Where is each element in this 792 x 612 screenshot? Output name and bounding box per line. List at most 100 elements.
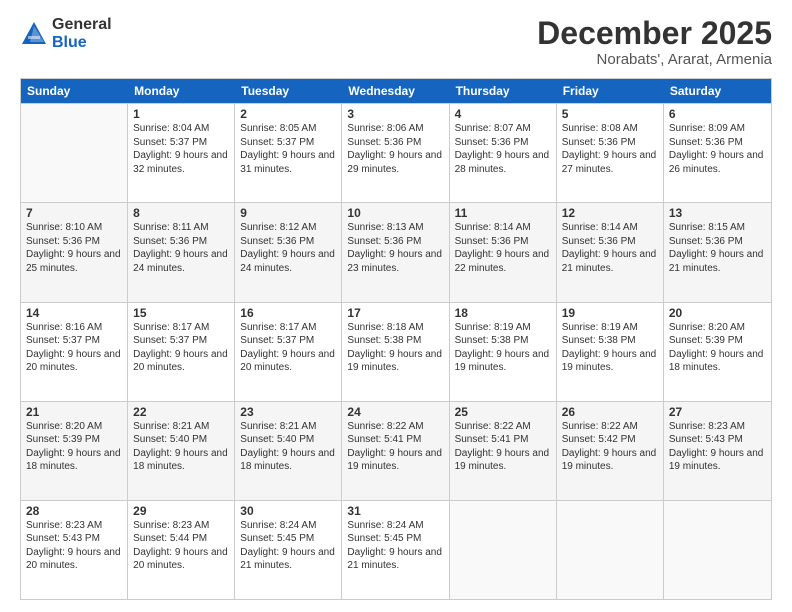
cell-day-number: 26 (562, 405, 658, 419)
day-cell-26: 26Sunrise: 8:22 AM Sunset: 5:42 PM Dayli… (557, 402, 664, 500)
cell-info: Sunrise: 8:21 AM Sunset: 5:40 PM Dayligh… (133, 420, 229, 474)
day-cell-15: 15Sunrise: 8:17 AM Sunset: 5:37 PM Dayli… (128, 303, 235, 401)
cell-day-number: 22 (133, 405, 229, 419)
cell-day-number: 29 (133, 504, 229, 518)
logo: General Blue (20, 16, 112, 51)
cell-day-number: 28 (26, 504, 122, 518)
cell-info: Sunrise: 8:20 AM Sunset: 5:39 PM Dayligh… (669, 321, 766, 375)
day-cell-25: 25Sunrise: 8:22 AM Sunset: 5:41 PM Dayli… (450, 402, 557, 500)
day-cell-29: 29Sunrise: 8:23 AM Sunset: 5:44 PM Dayli… (128, 501, 235, 599)
cell-day-number: 16 (240, 306, 336, 320)
calendar-row-1: 7Sunrise: 8:10 AM Sunset: 5:36 PM Daylig… (21, 202, 771, 301)
cell-info: Sunrise: 8:14 AM Sunset: 5:36 PM Dayligh… (455, 221, 551, 275)
header: General Blue December 2025 Norabats', Ar… (20, 16, 772, 68)
calendar-row-2: 14Sunrise: 8:16 AM Sunset: 5:37 PM Dayli… (21, 302, 771, 401)
cell-day-number: 21 (26, 405, 122, 419)
cell-info: Sunrise: 8:24 AM Sunset: 5:45 PM Dayligh… (347, 519, 443, 573)
day-cell-9: 9Sunrise: 8:12 AM Sunset: 5:36 PM Daylig… (235, 203, 342, 301)
day-cell-7: 7Sunrise: 8:10 AM Sunset: 5:36 PM Daylig… (21, 203, 128, 301)
header-day-thursday: Thursday (450, 79, 557, 103)
cell-info: Sunrise: 8:04 AM Sunset: 5:37 PM Dayligh… (133, 122, 229, 176)
empty-cell (664, 501, 771, 599)
cell-info: Sunrise: 8:15 AM Sunset: 5:36 PM Dayligh… (669, 221, 766, 275)
cell-day-number: 4 (455, 107, 551, 121)
cell-info: Sunrise: 8:24 AM Sunset: 5:45 PM Dayligh… (240, 519, 336, 573)
day-cell-24: 24Sunrise: 8:22 AM Sunset: 5:41 PM Dayli… (342, 402, 449, 500)
page-container: General Blue December 2025 Norabats', Ar… (0, 0, 792, 612)
logo-icon (20, 20, 48, 48)
day-cell-14: 14Sunrise: 8:16 AM Sunset: 5:37 PM Dayli… (21, 303, 128, 401)
cell-info: Sunrise: 8:23 AM Sunset: 5:44 PM Dayligh… (133, 519, 229, 573)
cell-day-number: 25 (455, 405, 551, 419)
day-cell-2: 2Sunrise: 8:05 AM Sunset: 5:37 PM Daylig… (235, 104, 342, 202)
day-cell-10: 10Sunrise: 8:13 AM Sunset: 5:36 PM Dayli… (342, 203, 449, 301)
cell-day-number: 10 (347, 206, 443, 220)
cell-info: Sunrise: 8:13 AM Sunset: 5:36 PM Dayligh… (347, 221, 443, 275)
cell-info: Sunrise: 8:14 AM Sunset: 5:36 PM Dayligh… (562, 221, 658, 275)
cell-day-number: 2 (240, 107, 336, 121)
day-cell-11: 11Sunrise: 8:14 AM Sunset: 5:36 PM Dayli… (450, 203, 557, 301)
month-year: December 2025 (537, 16, 772, 51)
day-cell-6: 6Sunrise: 8:09 AM Sunset: 5:36 PM Daylig… (664, 104, 771, 202)
cell-info: Sunrise: 8:10 AM Sunset: 5:36 PM Dayligh… (26, 221, 122, 275)
day-cell-12: 12Sunrise: 8:14 AM Sunset: 5:36 PM Dayli… (557, 203, 664, 301)
cell-info: Sunrise: 8:19 AM Sunset: 5:38 PM Dayligh… (455, 321, 551, 375)
day-cell-30: 30Sunrise: 8:24 AM Sunset: 5:45 PM Dayli… (235, 501, 342, 599)
day-cell-27: 27Sunrise: 8:23 AM Sunset: 5:43 PM Dayli… (664, 402, 771, 500)
day-cell-16: 16Sunrise: 8:17 AM Sunset: 5:37 PM Dayli… (235, 303, 342, 401)
day-cell-4: 4Sunrise: 8:07 AM Sunset: 5:36 PM Daylig… (450, 104, 557, 202)
cell-info: Sunrise: 8:11 AM Sunset: 5:36 PM Dayligh… (133, 221, 229, 275)
calendar-row-3: 21Sunrise: 8:20 AM Sunset: 5:39 PM Dayli… (21, 401, 771, 500)
day-cell-21: 21Sunrise: 8:20 AM Sunset: 5:39 PM Dayli… (21, 402, 128, 500)
header-day-sunday: Sunday (21, 79, 128, 103)
calendar-header: SundayMondayTuesdayWednesdayThursdayFrid… (21, 79, 771, 103)
cell-day-number: 5 (562, 107, 658, 121)
cell-day-number: 14 (26, 306, 122, 320)
cell-info: Sunrise: 8:12 AM Sunset: 5:36 PM Dayligh… (240, 221, 336, 275)
cell-day-number: 17 (347, 306, 443, 320)
title-block: December 2025 Norabats', Ararat, Armenia (537, 16, 772, 68)
cell-day-number: 11 (455, 206, 551, 220)
day-cell-31: 31Sunrise: 8:24 AM Sunset: 5:45 PM Dayli… (342, 501, 449, 599)
cell-info: Sunrise: 8:09 AM Sunset: 5:36 PM Dayligh… (669, 122, 766, 176)
calendar-body: 1Sunrise: 8:04 AM Sunset: 5:37 PM Daylig… (21, 103, 771, 599)
empty-cell (557, 501, 664, 599)
cell-day-number: 30 (240, 504, 336, 518)
cell-day-number: 20 (669, 306, 766, 320)
location: Norabats', Ararat, Armenia (537, 51, 772, 68)
cell-info: Sunrise: 8:16 AM Sunset: 5:37 PM Dayligh… (26, 321, 122, 375)
day-cell-5: 5Sunrise: 8:08 AM Sunset: 5:36 PM Daylig… (557, 104, 664, 202)
calendar: SundayMondayTuesdayWednesdayThursdayFrid… (20, 78, 772, 600)
header-day-friday: Friday (557, 79, 664, 103)
cell-info: Sunrise: 8:23 AM Sunset: 5:43 PM Dayligh… (26, 519, 122, 573)
day-cell-1: 1Sunrise: 8:04 AM Sunset: 5:37 PM Daylig… (128, 104, 235, 202)
cell-info: Sunrise: 8:08 AM Sunset: 5:36 PM Dayligh… (562, 122, 658, 176)
cell-info: Sunrise: 8:06 AM Sunset: 5:36 PM Dayligh… (347, 122, 443, 176)
cell-info: Sunrise: 8:07 AM Sunset: 5:36 PM Dayligh… (455, 122, 551, 176)
day-cell-28: 28Sunrise: 8:23 AM Sunset: 5:43 PM Dayli… (21, 501, 128, 599)
cell-day-number: 15 (133, 306, 229, 320)
cell-day-number: 6 (669, 107, 766, 121)
cell-day-number: 31 (347, 504, 443, 518)
day-cell-18: 18Sunrise: 8:19 AM Sunset: 5:38 PM Dayli… (450, 303, 557, 401)
cell-day-number: 8 (133, 206, 229, 220)
cell-info: Sunrise: 8:18 AM Sunset: 5:38 PM Dayligh… (347, 321, 443, 375)
cell-info: Sunrise: 8:23 AM Sunset: 5:43 PM Dayligh… (669, 420, 766, 474)
logo-text: General Blue (52, 16, 112, 51)
logo-blue: Blue (52, 34, 112, 52)
cell-day-number: 27 (669, 405, 766, 419)
cell-info: Sunrise: 8:17 AM Sunset: 5:37 PM Dayligh… (133, 321, 229, 375)
header-day-tuesday: Tuesday (235, 79, 342, 103)
day-cell-13: 13Sunrise: 8:15 AM Sunset: 5:36 PM Dayli… (664, 203, 771, 301)
header-day-monday: Monday (128, 79, 235, 103)
cell-day-number: 23 (240, 405, 336, 419)
cell-info: Sunrise: 8:22 AM Sunset: 5:41 PM Dayligh… (347, 420, 443, 474)
cell-info: Sunrise: 8:17 AM Sunset: 5:37 PM Dayligh… (240, 321, 336, 375)
day-cell-22: 22Sunrise: 8:21 AM Sunset: 5:40 PM Dayli… (128, 402, 235, 500)
day-cell-8: 8Sunrise: 8:11 AM Sunset: 5:36 PM Daylig… (128, 203, 235, 301)
cell-day-number: 18 (455, 306, 551, 320)
cell-day-number: 12 (562, 206, 658, 220)
day-cell-17: 17Sunrise: 8:18 AM Sunset: 5:38 PM Dayli… (342, 303, 449, 401)
cell-info: Sunrise: 8:22 AM Sunset: 5:42 PM Dayligh… (562, 420, 658, 474)
calendar-row-4: 28Sunrise: 8:23 AM Sunset: 5:43 PM Dayli… (21, 500, 771, 599)
